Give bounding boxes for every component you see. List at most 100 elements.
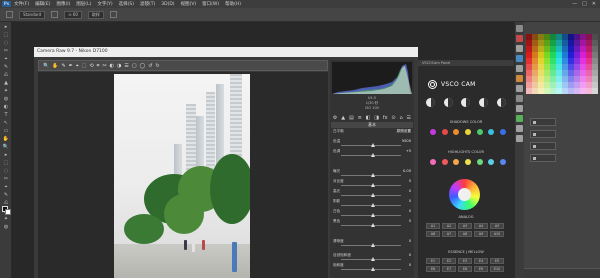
raw-tool-icon[interactable]: ⌖ <box>76 63 79 69</box>
slider-row[interactable]: 自然饱和度 0 <box>333 253 411 263</box>
menu-item[interactable]: 图像(I) <box>56 1 70 7</box>
analog-preset-button[interactable]: A10 <box>490 231 504 237</box>
sample-size-select[interactable]: ⊙ 60 <box>64 10 82 19</box>
analog-preset-button[interactable]: A1 <box>426 223 440 229</box>
raw-tool-icon[interactable]: ☰ <box>124 63 128 69</box>
tool-icon[interactable]: ▸ <box>2 152 10 158</box>
raw-tool-icon[interactable]: ✎ <box>61 63 65 69</box>
photo-preview[interactable] <box>114 74 250 278</box>
slider-thumb[interactable] <box>371 223 375 227</box>
slider-row[interactable]: 高光 0 <box>333 189 411 199</box>
dock-panel-icon[interactable] <box>516 85 523 92</box>
panel-tab-icon[interactable]: ⚙ <box>333 115 337 121</box>
highlight-color-dot[interactable] <box>453 159 460 165</box>
slider-value[interactable]: 0 <box>409 199 411 203</box>
raw-tool-icon[interactable]: ◐ <box>110 63 114 69</box>
highlight-color-dot[interactable] <box>499 159 506 165</box>
slider-row[interactable]: 黑色 0 <box>333 219 411 229</box>
menu-item[interactable]: 编辑(E) <box>35 1 50 7</box>
essence-preset-button[interactable]: E7 <box>442 266 456 272</box>
essence-preset-button[interactable]: E6 <box>426 266 440 272</box>
panel-tab-icon[interactable]: ⊙ <box>391 115 395 121</box>
analog-preset-button[interactable]: A8 <box>458 231 472 237</box>
color-wheel[interactable] <box>449 179 480 210</box>
dock-panel-icon[interactable] <box>516 125 523 132</box>
panel-tab-icon[interactable]: ☰ <box>407 115 411 121</box>
shadow-color-dot[interactable] <box>476 129 483 135</box>
tool-icon[interactable]: 🔍 <box>2 144 10 150</box>
slider-thumb[interactable] <box>371 183 375 187</box>
slider-value[interactable]: 5500 <box>402 139 411 143</box>
raw-tool-icon[interactable]: ◑ <box>117 63 121 69</box>
analog-preset-button[interactable]: A3 <box>458 223 472 229</box>
slider-thumb[interactable] <box>371 267 375 271</box>
slider-thumb[interactable] <box>371 257 375 261</box>
menu-item[interactable]: 窗口(W) <box>202 1 219 7</box>
highlight-color-dot[interactable] <box>441 159 448 165</box>
dock-panel-icon[interactable] <box>516 115 523 122</box>
highlight-color-dot[interactable] <box>488 159 495 165</box>
tool-icon[interactable]: ✂ <box>2 176 10 182</box>
panel-tab-icon[interactable]: ◨ <box>374 115 379 121</box>
layer-button[interactable] <box>530 130 556 138</box>
slider-thumb[interactable] <box>371 213 375 217</box>
slider-row[interactable]: 清晰度 0 <box>333 239 411 249</box>
maximize-button[interactable]: □ <box>582 1 587 7</box>
tool-icon[interactable]: ◐ <box>2 104 10 110</box>
tool-icon[interactable]: ↖ <box>2 120 10 126</box>
slider-row[interactable]: 白色 0 <box>333 209 411 219</box>
close-button[interactable]: ✕ <box>592 1 596 7</box>
slider-thumb[interactable] <box>371 173 375 177</box>
tone-icon[interactable] <box>479 98 489 107</box>
essence-preset-button[interactable]: E10 <box>490 266 504 272</box>
color-swatch[interactable] <box>592 88 598 94</box>
tool-icon[interactable]: ▸ <box>2 24 10 30</box>
essence-preset-button[interactable]: E5 <box>490 258 504 264</box>
tool-icon[interactable]: ⬚ <box>2 160 10 166</box>
raw-tool-icon[interactable]: ⟲ <box>89 63 93 69</box>
tool-icon[interactable]: ▲ <box>2 80 10 86</box>
tool-icon[interactable]: ◌ <box>2 168 10 174</box>
tone-icon[interactable] <box>461 98 471 107</box>
analog-preset-button[interactable]: A2 <box>442 223 456 229</box>
menu-item[interactable]: 帮助(H) <box>225 1 241 7</box>
slider-value[interactable]: 0 <box>409 239 411 243</box>
panel-tab-icon[interactable]: ▤ <box>349 115 354 121</box>
menu-item[interactable]: 文字(Y) <box>97 1 112 7</box>
tool-icon[interactable]: ✎ <box>2 64 10 70</box>
slider-value[interactable]: 0 <box>409 179 411 183</box>
color-swatch-grid[interactable] <box>526 34 598 94</box>
raw-tool-icon[interactable]: ↺ <box>148 63 152 69</box>
tone-icon[interactable] <box>496 98 506 107</box>
layer-button[interactable] <box>530 154 556 162</box>
tool-icon[interactable]: ✦ <box>2 216 10 222</box>
layer-button[interactable] <box>530 118 556 126</box>
toggle-icon[interactable] <box>109 11 117 18</box>
dock-panel-icon[interactable] <box>516 25 523 32</box>
slider-value[interactable]: 0.00 <box>403 169 411 173</box>
minimize-button[interactable]: — <box>572 1 577 7</box>
raw-tool-icon[interactable]: 🔍 <box>43 63 49 69</box>
menu-item[interactable]: 视图(V) <box>181 1 197 7</box>
tool-icon[interactable]: T <box>2 112 10 118</box>
raw-tool-icon[interactable]: ▢ <box>132 63 137 69</box>
shadow-color-dot[interactable] <box>464 129 471 135</box>
shadow-color-dot[interactable] <box>499 129 506 135</box>
menu-item[interactable]: 文件(F) <box>14 1 29 7</box>
tone-icon[interactable] <box>426 98 436 107</box>
tool-icon[interactable]: ◍ <box>2 96 10 102</box>
settings-icon[interactable] <box>51 11 59 18</box>
raw-tool-icon[interactable]: ⌗ <box>97 63 100 69</box>
essence-preset-button[interactable]: E3 <box>458 258 472 264</box>
tool-icon[interactable]: ✂ <box>2 48 10 54</box>
slider-row[interactable]: 阴影 0 <box>333 199 411 209</box>
panel-tab-icon[interactable]: ⌂ <box>399 115 402 121</box>
slider-value[interactable]: 0 <box>409 189 411 193</box>
slider-thumb[interactable] <box>371 203 375 207</box>
raw-tool-icon[interactable]: ✋ <box>52 63 58 69</box>
menu-item[interactable]: 选择(S) <box>119 1 134 7</box>
tool-icon[interactable]: ◍ <box>2 224 10 230</box>
slider-row[interactable]: 饱和度 0 <box>333 263 411 273</box>
tool-preset-icon[interactable] <box>6 11 13 18</box>
tool-icon[interactable]: ⌖ <box>2 56 10 62</box>
